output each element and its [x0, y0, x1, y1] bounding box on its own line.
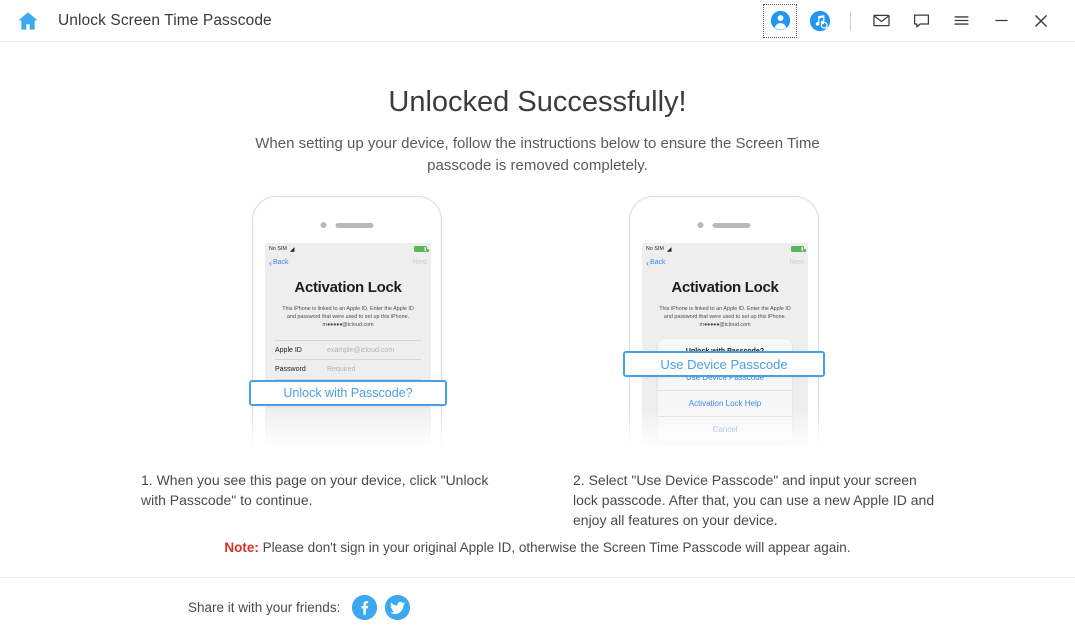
title-bar-actions [760, 0, 1075, 42]
title-bar: Unlock Screen Time Passcode [0, 0, 1075, 42]
menu-button[interactable] [946, 6, 976, 36]
hamburger-menu-icon [953, 16, 969, 25]
share-label: Share it with your friends: [188, 600, 341, 615]
camera-dot-icon [697, 222, 704, 228]
password-placeholder: Required [327, 366, 356, 373]
ios-status-bar: No SIM ◢ [265, 243, 431, 255]
battery-icon [414, 246, 429, 252]
phone-screen: No SIM ◢ ‹ Back Next Activation Lock Thi… [265, 243, 431, 464]
desc-after: @icloud.com [342, 322, 374, 328]
step-2-caption: 2. Select "Use Device Passcode" and inpu… [573, 472, 935, 528]
back-button[interactable]: ‹ Back [646, 258, 666, 268]
note-label: Note: [224, 540, 259, 555]
step-1-caption: 1. When you see this page on your device… [141, 472, 489, 508]
ios-nav-bar: ‹ Back Next [265, 255, 431, 270]
callout-unlock-with-passcode[interactable]: Unlock with Passcode? [249, 380, 447, 406]
phone-illustrations: No SIM ◢ ‹ Back Next Activation Lock Thi… [0, 196, 1075, 464]
masked-email-dots: ●●●●● [326, 322, 343, 328]
share-section: Share it with your friends: [188, 595, 418, 620]
speaker-grill-icon [712, 222, 751, 228]
wifi-icon: ◢ [289, 246, 295, 253]
apple-id-label: Apple ID [275, 346, 302, 354]
phone-mockup-right: No SIM ◢ ‹ Back Next Activation Lock Thi… [629, 196, 819, 464]
feedback-button[interactable] [906, 6, 936, 36]
next-button[interactable]: Next [413, 259, 427, 266]
footer-divider [0, 577, 1075, 578]
minimize-button[interactable] [986, 6, 1016, 36]
close-icon [1035, 14, 1047, 27]
envelope-icon [872, 14, 890, 27]
activation-lock-help-item[interactable]: Activation Lock Help [658, 391, 792, 417]
activation-lock-title: Activation Lock [294, 279, 402, 296]
ios-status-bar: No SIM ◢ [642, 243, 808, 255]
carrier-label: No SIM [646, 246, 664, 252]
facebook-icon [352, 595, 378, 620]
page-subtitle: When setting up your device, follow the … [255, 135, 820, 174]
back-button[interactable]: ‹ Back [269, 258, 289, 268]
toolbar-divider [850, 10, 851, 31]
home-icon[interactable] [14, 7, 42, 35]
facebook-share-button[interactable] [352, 595, 378, 620]
mail-button[interactable] [866, 6, 896, 36]
apple-id-placeholder: example@icloud.com [327, 346, 395, 354]
ios-nav-bar: ‹ Back Next [642, 255, 808, 270]
minimize-icon [994, 19, 1008, 22]
speech-bubble-icon [913, 14, 929, 28]
cancel-item[interactable]: Cancel [658, 417, 792, 442]
wifi-icon: ◢ [666, 246, 672, 253]
activation-lock-description: This iPhone is linked to an Apple ID. En… [656, 305, 794, 329]
phone-mockup-left: No SIM ◢ ‹ Back Next Activation Lock Thi… [252, 196, 442, 464]
twitter-icon [385, 595, 411, 620]
phone-speaker [697, 222, 751, 228]
note-text: Note: Please don't sign in your original… [0, 540, 1075, 555]
activation-lock-description: This iPhone is linked to an Apple ID. En… [279, 305, 417, 329]
app-window: Unlock Screen Time Passcode Unlocked Suc… [0, 0, 1075, 637]
password-label: Password [275, 366, 306, 373]
chevron-left-icon: ‹ [646, 257, 649, 268]
next-button[interactable]: Next [790, 259, 804, 266]
user-avatar-icon [770, 10, 790, 31]
page-title: Unlocked Successfully! [388, 86, 687, 118]
back-label: Back [650, 259, 666, 266]
twitter-share-button[interactable] [385, 595, 411, 620]
music-note-search-icon [809, 10, 831, 31]
close-button[interactable] [1026, 6, 1056, 36]
password-field[interactable]: Password Required [275, 360, 421, 380]
phone-speaker [320, 222, 374, 228]
music-search-button[interactable] [805, 6, 835, 36]
chevron-left-icon: ‹ [269, 257, 272, 268]
account-button[interactable] [763, 3, 797, 38]
camera-dot-icon [320, 222, 327, 228]
app-title: Unlock Screen Time Passcode [58, 11, 272, 29]
phone-frame: No SIM ◢ ‹ Back Next Activation Lock Thi… [629, 196, 819, 464]
speaker-grill-icon [335, 222, 374, 228]
battery-icon [791, 246, 806, 252]
note-body: Please don't sign in your original Apple… [258, 540, 851, 555]
callout-use-device-passcode[interactable]: Use Device Passcode [623, 351, 825, 377]
apple-id-field[interactable]: Apple ID example@icloud.com [275, 340, 421, 360]
desc-after: @icloud.com [719, 322, 751, 328]
carrier-label: No SIM [269, 246, 287, 252]
back-label: Back [273, 259, 289, 266]
phone-frame: No SIM ◢ ‹ Back Next Activation Lock Thi… [252, 196, 442, 464]
activation-lock-title: Activation Lock [671, 279, 779, 296]
masked-email-dots: ●●●●● [703, 322, 720, 328]
